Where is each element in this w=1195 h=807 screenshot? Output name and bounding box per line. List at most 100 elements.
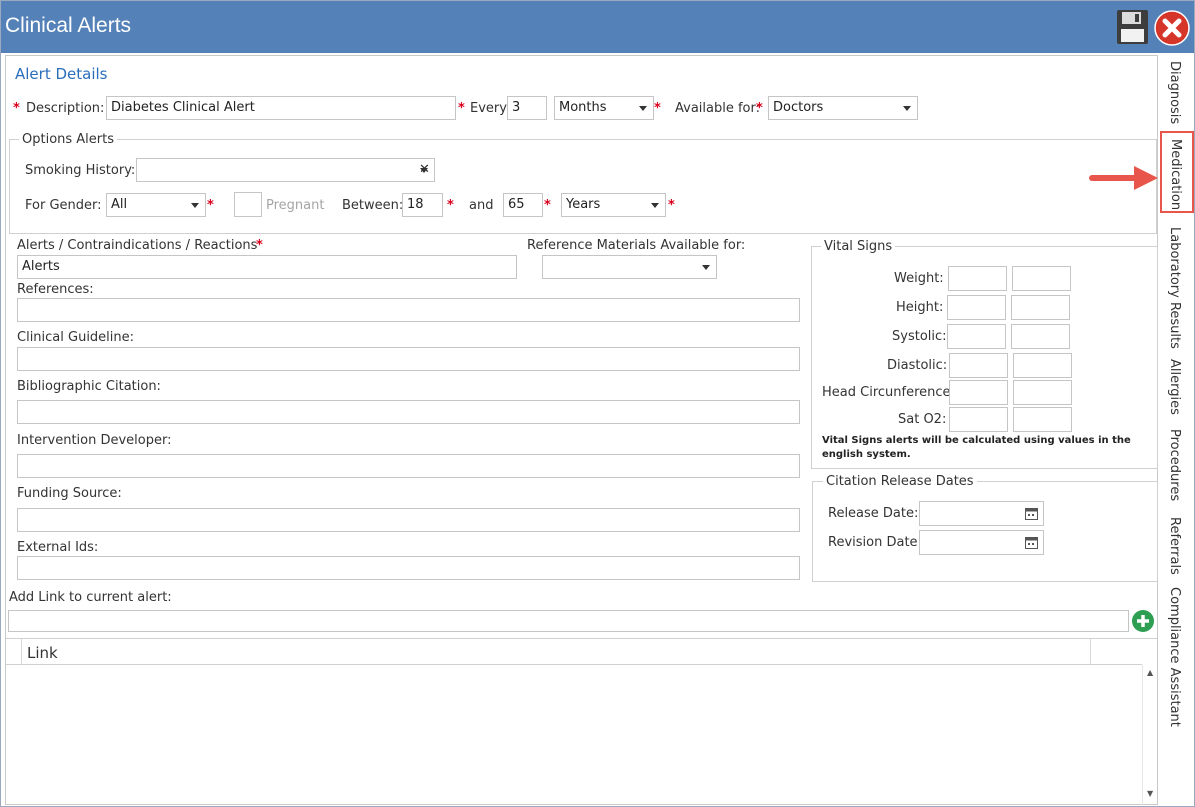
required-marker: * <box>207 198 214 213</box>
plus-circle-icon[interactable] <box>1131 609 1155 633</box>
required-marker: * <box>447 198 454 213</box>
alert-details-panel: Alert Details * Description: Diabetes Cl… <box>5 55 1158 805</box>
head-circumference-max-input[interactable] <box>1013 380 1072 405</box>
tab-diagnosis-label: Diagnosis <box>1167 61 1182 125</box>
tab-compliance-assistant-label: Compliance Assistant <box>1167 587 1182 727</box>
diastolic-label: Diastolic: <box>887 358 948 373</box>
alerts-input[interactable]: Alerts <box>17 255 517 279</box>
link-table: Link ▲ ▼ <box>6 638 1157 805</box>
diastolic-max-input[interactable] <box>1013 353 1072 378</box>
vital-signs-note: Vital Signs alerts will be calculated us… <box>822 435 1131 460</box>
gender-select[interactable]: All <box>106 193 206 217</box>
required-marker: * <box>668 198 675 213</box>
revision-date-input[interactable] <box>919 530 1044 555</box>
funding-source-input[interactable] <box>17 508 800 532</box>
add-link-label: Add Link to current alert: <box>9 590 172 605</box>
clear-icon[interactable]: ✕ <box>419 162 430 177</box>
height-max-input[interactable] <box>1011 295 1070 320</box>
every-input[interactable]: 3 <box>507 96 547 120</box>
weight-label: Weight: <box>894 271 944 286</box>
tab-medication-label: Medication <box>1168 139 1183 211</box>
clinical-alerts-window: Clinical Alerts Alert Details * Descript… <box>0 0 1195 807</box>
available-for-select[interactable]: Doctors <box>768 96 918 120</box>
pregnant-label: Pregnant <box>266 198 325 213</box>
tab-diagnosis[interactable]: Diagnosis <box>1159 61 1195 125</box>
every-unit-select[interactable]: Months <box>554 96 654 120</box>
sat-o2-label: Sat O2: <box>898 412 947 427</box>
every-label: Every: <box>470 101 511 116</box>
tab-referrals[interactable]: Referrals <box>1159 517 1195 579</box>
scroll-down-icon[interactable]: ▼ <box>1147 789 1153 798</box>
tab-laboratory-results-label: Laboratory Results <box>1167 227 1182 349</box>
citation-dates-legend: Citation Release Dates <box>823 474 977 489</box>
tab-procedures[interactable]: Procedures <box>1159 429 1195 505</box>
funding-source-label: Funding Source: <box>17 486 122 501</box>
head-circumference-label: Head Circunference: <box>822 385 955 400</box>
sat-o2-min-input[interactable] <box>949 407 1008 432</box>
systolic-max-input[interactable] <box>1011 324 1070 349</box>
and-label: and <box>469 198 494 213</box>
reference-materials-select[interactable] <box>542 255 717 279</box>
scroll-up-icon[interactable]: ▲ <box>1147 668 1153 677</box>
sat-o2-max-input[interactable] <box>1013 407 1072 432</box>
options-alerts-legend: Options Alerts <box>19 132 118 147</box>
gender-label: For Gender: <box>25 198 102 213</box>
required-marker: * <box>654 101 661 116</box>
weight-max-input[interactable] <box>1012 266 1071 291</box>
description-label: Description: <box>26 101 105 116</box>
vital-signs-legend: Vital Signs <box>821 239 896 254</box>
tab-compliance-assistant[interactable]: Compliance Assistant <box>1159 587 1195 727</box>
tab-laboratory-results[interactable]: Laboratory Results <box>1159 227 1195 349</box>
tab-procedures-label: Procedures <box>1167 429 1182 502</box>
reference-materials-label: Reference Materials Available for: <box>527 238 746 253</box>
clinical-guideline-input[interactable] <box>17 347 800 371</box>
smoking-history-label: Smoking History: <box>25 163 136 178</box>
floppy-disk-icon[interactable] <box>1116 9 1149 45</box>
diastolic-min-input[interactable] <box>949 353 1008 378</box>
references-input[interactable] <box>17 298 800 322</box>
age-from-input[interactable]: 18 <box>402 193 443 217</box>
side-tab-strip: Diagnosis Medication Laboratory Results … <box>1159 55 1195 805</box>
link-column-header[interactable]: Link <box>27 644 58 662</box>
window-title: Clinical Alerts <box>5 14 132 37</box>
intervention-developer-label: Intervention Developer: <box>17 433 172 448</box>
systolic-min-input[interactable] <box>947 324 1006 349</box>
alerts-label: Alerts / Contraindications / Reactions <box>17 238 258 253</box>
external-ids-input[interactable] <box>17 556 800 580</box>
arrow-icon <box>1089 166 1158 190</box>
pregnant-checkbox[interactable] <box>234 192 262 217</box>
required-marker: * <box>13 101 20 116</box>
tab-referrals-label: Referrals <box>1167 517 1182 575</box>
bibliographic-citation-input[interactable] <box>17 400 800 424</box>
age-unit-select[interactable]: Years <box>561 193 666 217</box>
height-label: Height: <box>896 300 944 315</box>
head-circumference-min-input[interactable] <box>949 380 1008 405</box>
required-marker: * <box>458 101 465 116</box>
external-ids-label: External Ids: <box>17 540 99 555</box>
link-table-scrollbar[interactable]: ▲ ▼ <box>1142 665 1157 805</box>
bibliographic-citation-label: Bibliographic Citation: <box>17 379 161 394</box>
release-date-label: Release Date: <box>828 506 919 521</box>
intervention-developer-input[interactable] <box>17 454 800 478</box>
add-link-input[interactable] <box>8 610 1129 632</box>
calendar-icon[interactable] <box>1025 507 1038 520</box>
age-to-input[interactable]: 65 <box>503 193 543 217</box>
smoking-history-select[interactable] <box>136 158 435 182</box>
clinical-guideline-label: Clinical Guideline: <box>17 330 135 345</box>
between-label: Between: <box>342 198 404 213</box>
calendar-icon[interactable] <box>1025 536 1038 549</box>
height-min-input[interactable] <box>947 295 1006 320</box>
options-alerts-group <box>9 139 1157 234</box>
description-input[interactable]: Diabetes Clinical Alert <box>106 96 456 120</box>
tab-allergies[interactable]: Allergies <box>1159 359 1195 419</box>
available-for-label: Available for: <box>675 101 761 116</box>
revision-date-label: Revision Date: <box>828 535 922 550</box>
tab-allergies-label: Allergies <box>1167 359 1182 415</box>
tab-medication[interactable]: Medication <box>1160 131 1194 213</box>
close-icon[interactable] <box>1154 10 1190 46</box>
required-marker: * <box>756 101 763 116</box>
references-label: References: <box>17 282 94 297</box>
release-date-input[interactable] <box>919 501 1044 526</box>
weight-min-input[interactable] <box>948 266 1007 291</box>
required-marker: * <box>256 238 263 253</box>
